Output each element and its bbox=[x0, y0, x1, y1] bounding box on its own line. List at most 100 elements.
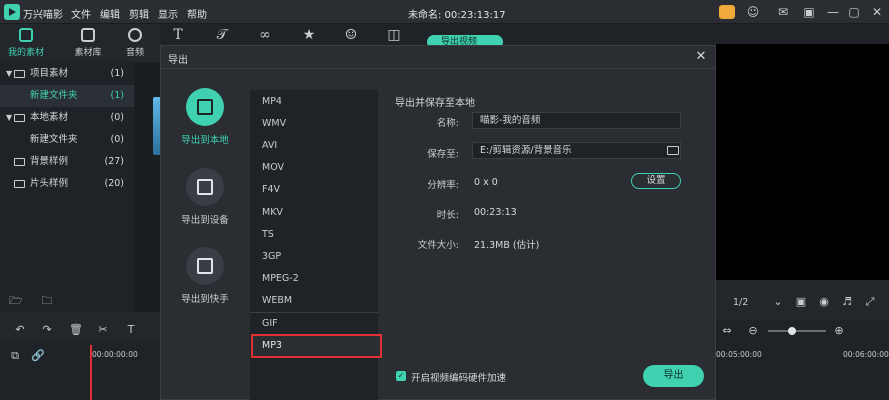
format-mp3[interactable]: MP3 bbox=[250, 335, 378, 357]
tab-library-label: 素材库 bbox=[74, 48, 102, 58]
format-wmv[interactable]: WMV bbox=[250, 113, 378, 135]
path-input[interactable]: E:/剪辑资源/背景音乐 bbox=[472, 142, 681, 159]
format-webm[interactable]: WEBM bbox=[250, 290, 378, 312]
tree-item-intro-samples[interactable]: 片头样例 (20) bbox=[0, 173, 134, 195]
format-avi[interactable]: AVI bbox=[250, 135, 378, 157]
title-icon[interactable]: 𝒯 bbox=[214, 27, 230, 43]
tab-audio[interactable]: 音频 bbox=[113, 26, 157, 60]
cut-icon[interactable]: ✂ bbox=[97, 324, 109, 336]
settings-button[interactable]: 设置 bbox=[631, 173, 681, 189]
delete-icon[interactable]: 🗑 bbox=[69, 324, 83, 336]
timeline-timestamp: 00:05:00:00 bbox=[716, 350, 762, 359]
folder-icon bbox=[81, 28, 95, 42]
vip-icon[interactable] bbox=[719, 5, 735, 19]
tree-item-label: 新建文件夹 bbox=[30, 134, 78, 145]
preview-window bbox=[716, 44, 889, 280]
tree-item-count: (1) bbox=[110, 90, 124, 101]
effects-icon[interactable]: ★ bbox=[301, 27, 317, 43]
text-add-icon[interactable]: T bbox=[125, 324, 137, 336]
transition-icon[interactable]: ∞ bbox=[257, 27, 273, 43]
dest-kuaishou-label: 导出到快手 bbox=[181, 294, 229, 305]
close-window-icon[interactable]: ✕ bbox=[870, 5, 884, 19]
sticker-icon[interactable]: ☺ bbox=[343, 27, 359, 43]
menu-view[interactable]: 显示 bbox=[158, 6, 178, 21]
account-icon[interactable]: ☺ bbox=[746, 5, 760, 19]
app-window: 万兴喵影 文件 编辑 剪辑 显示 帮助 未命名: 00:23:13:17 ☺ ✉… bbox=[0, 0, 889, 400]
caret-down-icon[interactable]: ▼ bbox=[6, 107, 12, 129]
zoom-out-icon[interactable]: ⊖ bbox=[747, 325, 759, 337]
section-title: 导出并保存至本地 bbox=[395, 98, 475, 109]
tree-item-new-folder[interactable]: 新建文件夹 (1) bbox=[0, 85, 134, 107]
chevron-down-icon[interactable]: ⌄ bbox=[772, 296, 784, 308]
menu-file[interactable]: 文件 bbox=[71, 6, 91, 21]
dest-local[interactable]: 导出到本地 bbox=[170, 88, 240, 146]
format-gif[interactable]: GIF bbox=[250, 313, 378, 335]
monitor-icon[interactable]: ▣ bbox=[795, 296, 807, 308]
format-mkv[interactable]: MKV bbox=[250, 202, 378, 224]
tree-item-label: 项目素材 bbox=[30, 68, 69, 79]
menu-edit[interactable]: 编辑 bbox=[100, 6, 120, 21]
volume-icon[interactable]: ♬ bbox=[841, 296, 853, 308]
format-f4v[interactable]: F4V bbox=[250, 179, 378, 201]
format-ts[interactable]: TS bbox=[250, 224, 378, 246]
fullscreen-icon[interactable]: ▣ bbox=[802, 5, 816, 19]
playhead[interactable] bbox=[90, 345, 92, 400]
tree-item-label: 片头样例 bbox=[30, 178, 69, 189]
add-track-icon[interactable]: ⧉ bbox=[9, 350, 21, 362]
tab-library[interactable]: 素材库 bbox=[66, 26, 110, 60]
folder-icon[interactable]: 🗀 bbox=[41, 295, 53, 307]
expand-icon[interactable]: ⤢ bbox=[864, 296, 876, 308]
caret-down-icon[interactable]: ▼ bbox=[6, 63, 12, 85]
dest-device[interactable]: 导出到设备 bbox=[170, 168, 240, 226]
zoom-slider[interactable] bbox=[768, 330, 826, 332]
format-3gp[interactable]: 3GP bbox=[250, 246, 378, 268]
link-icon[interactable]: 🔗 bbox=[31, 350, 45, 362]
text-icon[interactable]: T bbox=[170, 27, 186, 43]
dest-device-label: 导出到设备 bbox=[181, 215, 229, 226]
maximize-icon[interactable]: ▢ bbox=[847, 5, 861, 19]
snapshot-icon[interactable]: ◉ bbox=[818, 296, 830, 308]
zoom-in-icon[interactable]: ⊕ bbox=[833, 325, 845, 337]
app-name: 万兴喵影 bbox=[23, 10, 63, 21]
tab-my-media-label: 我的素材 bbox=[7, 48, 44, 58]
tree-item-count: (1) bbox=[110, 68, 124, 79]
minimize-icon[interactable]: — bbox=[826, 5, 840, 19]
zoom-slider-handle[interactable] bbox=[788, 327, 796, 335]
split-screen-icon[interactable]: ◫ bbox=[386, 27, 402, 43]
notification-icon[interactable]: ✉ bbox=[776, 5, 790, 19]
timeline-timestamp: 00:00:00:00 bbox=[92, 350, 138, 359]
tree-item-project-media[interactable]: ▼ 项目素材 (1) bbox=[0, 63, 134, 85]
tab-my-media[interactable]: 我的素材 bbox=[4, 26, 48, 60]
close-icon[interactable]: ✕ bbox=[694, 50, 708, 64]
kuaishou-icon bbox=[186, 247, 224, 285]
name-input[interactable]: 喵影-我的音频 bbox=[472, 112, 681, 129]
menu-clip[interactable]: 剪辑 bbox=[129, 6, 149, 21]
dest-kuaishou[interactable]: 导出到快手 bbox=[170, 247, 240, 305]
tree-item-local-media[interactable]: ▼ 本地素材 (0) bbox=[0, 107, 134, 129]
page-select[interactable]: 1/2 bbox=[733, 297, 748, 308]
media-icon bbox=[19, 28, 33, 42]
duration-label: 时长: bbox=[436, 210, 459, 221]
format-mp4[interactable]: MP4 bbox=[250, 91, 378, 113]
export-button[interactable]: 导出 bbox=[643, 365, 704, 387]
tree-item-label: 本地素材 bbox=[30, 112, 69, 123]
tree-item-count: (27) bbox=[104, 156, 124, 167]
format-mov[interactable]: MOV bbox=[250, 157, 378, 179]
tree-item-label: 背景样例 bbox=[30, 156, 69, 167]
tree-item-background-samples[interactable]: 背景样例 (27) bbox=[0, 151, 134, 173]
document-title: 未命名: 00:23:13:17 bbox=[408, 10, 506, 21]
tree-item-count: (0) bbox=[110, 134, 124, 145]
format-mpeg2[interactable]: MPEG-2 bbox=[250, 268, 378, 290]
new-folder-icon[interactable]: 🗁 bbox=[9, 295, 23, 307]
browse-folder-icon[interactable] bbox=[667, 146, 679, 155]
fit-icon[interactable]: ⇔ bbox=[721, 325, 733, 337]
local-export-icon bbox=[186, 88, 224, 126]
redo-icon[interactable]: ↷ bbox=[41, 324, 53, 336]
hw-accel-checkbox[interactable]: ✓ bbox=[396, 371, 406, 381]
timeline bbox=[0, 340, 160, 400]
folder-icon bbox=[14, 158, 25, 166]
undo-icon[interactable]: ↶ bbox=[14, 324, 26, 336]
menu-help[interactable]: 帮助 bbox=[187, 6, 207, 21]
tree-item-new-folder-2[interactable]: 新建文件夹 (0) bbox=[0, 129, 134, 151]
filesize-label: 文件大小: bbox=[417, 240, 459, 251]
